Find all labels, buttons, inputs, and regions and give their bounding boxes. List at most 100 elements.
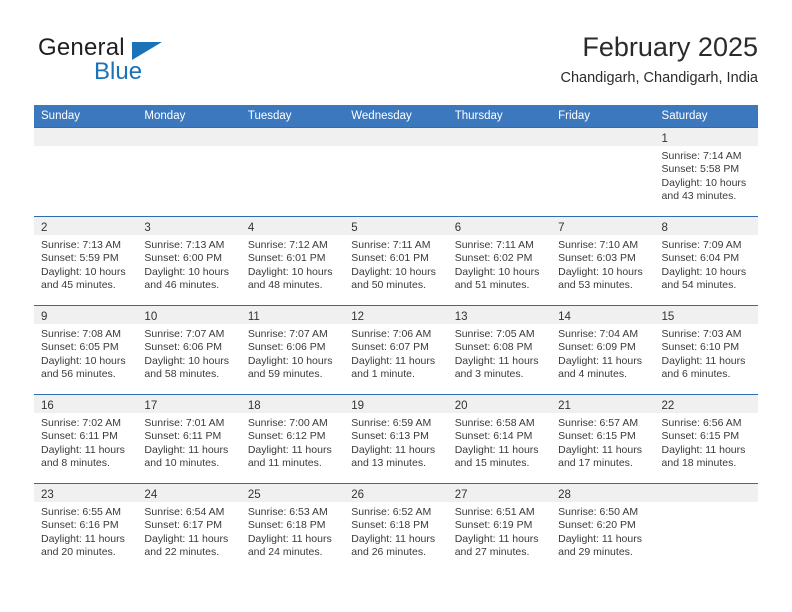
calendar-day-cell[interactable]	[34, 127, 138, 217]
sunrise-text: Sunrise: 7:05 AM	[454, 328, 535, 340]
day-number: 3	[144, 222, 151, 234]
daylight-text-line1: Daylight: 11 hours	[144, 443, 229, 456]
calendar-day-cell[interactable]: 9 Sunrise: 7:08 AM Sunset: 6:05 PM Daylight…	[34, 305, 138, 395]
sunset-text: Sunset: 6:16 PM	[41, 519, 119, 532]
day-number-band	[240, 128, 345, 146]
daylight-text-line1: Daylight: 10 hours	[454, 265, 540, 278]
empty-day-cell	[654, 484, 758, 572]
calendar-day-cell[interactable]: 7 Sunrise: 7:10 AM Sunset: 6:03 PM Daylight…	[551, 216, 655, 306]
calendar-day-cell[interactable]: 24 Sunrise: 6:54 AM Sunset: 6:17 PM Dayligh…	[137, 483, 241, 572]
day-number-band: 18	[240, 395, 345, 413]
calendar-grid: Sunday Monday Tuesday Wednesday Thursday Frid…	[34, 105, 758, 572]
weekday-header-cell: Wednesday	[344, 105, 448, 128]
sunset-text: Sunset: 6:08 PM	[454, 341, 533, 354]
calendar-day-cell[interactable]	[654, 483, 758, 572]
sunrise-text: Sunrise: 7:09 AM	[661, 239, 742, 251]
calendar-day-cell[interactable]: 26 Sunrise: 6:52 AM Sunset: 6:18 PM Dayligh…	[344, 483, 448, 572]
calendar-day-cell[interactable]: 22 Sunrise: 6:56 AM Sunset: 6:15 PM Dayligh…	[654, 394, 758, 484]
daylight-text-line1: Daylight: 11 hours	[558, 443, 642, 456]
daylight-text-line2: and 46 minutes.	[144, 279, 220, 292]
calendar-day-cell[interactable]: 11 Sunrise: 7:07 AM Sunset: 6:06 PM Dayligh…	[240, 305, 345, 395]
day-details: Sunrise: 7:08 AM Sunset: 6:05 PM Daylight:…	[34, 324, 137, 382]
calendar-day-cell[interactable]: 3 Sunrise: 7:13 AM Sunset: 6:00 PM Daylight…	[137, 216, 241, 306]
calendar-day-cell[interactable]: 2 Sunrise: 7:13 AM Sunset: 5:59 PM Daylight…	[34, 216, 138, 306]
day-number-band: 17	[137, 395, 241, 413]
calendar-day-cell[interactable]: 18 Sunrise: 7:00 AM Sunset: 6:12 PM Dayligh…	[240, 394, 345, 484]
calendar-week-row: 16 Sunrise: 7:02 AM Sunset: 6:11 PM Dayligh…	[34, 394, 758, 484]
daylight-text-line2: and 20 minutes.	[41, 546, 116, 559]
day-number: 24	[144, 489, 158, 501]
daylight-text-line2: and 6 minutes.	[661, 368, 731, 381]
calendar-day-cell[interactable]	[551, 127, 655, 217]
daylight-text-line2: and 51 minutes.	[454, 279, 530, 292]
sunset-text: Sunset: 6:20 PM	[558, 519, 636, 532]
daylight-text-line1: Daylight: 11 hours	[454, 354, 539, 367]
day-details: Sunrise: 6:55 AM Sunset: 6:16 PM Daylight:…	[34, 502, 137, 560]
calendar-day-cell[interactable]: 25 Sunrise: 6:53 AM Sunset: 6:18 PM Dayligh…	[240, 483, 345, 572]
day-number-band: 19	[344, 395, 448, 413]
daylight-text-line1: Daylight: 10 hours	[144, 265, 230, 278]
calendar-day-cell[interactable]: 19 Sunrise: 6:59 AM Sunset: 6:13 PM Dayligh…	[344, 394, 448, 484]
calendar-table: Sunday Monday Tuesday Wednesday Thursday Frid…	[34, 105, 758, 572]
sunrise-text: Sunrise: 6:52 AM	[351, 506, 432, 518]
calendar-day-cell[interactable]	[137, 127, 241, 217]
day-cell: 22 Sunrise: 6:56 AM Sunset: 6:15 PM Dayligh…	[654, 395, 758, 483]
calendar-day-cell[interactable]: 28 Sunrise: 6:50 AM Sunset: 6:20 PM Dayligh…	[551, 483, 655, 572]
calendar-day-cell[interactable]: 10 Sunrise: 7:07 AM Sunset: 6:06 PM Dayligh…	[137, 305, 241, 395]
calendar-day-cell[interactable]: 13 Sunrise: 7:05 AM Sunset: 6:08 PM Dayligh…	[447, 305, 552, 395]
day-details: Sunrise: 7:13 AM Sunset: 6:00 PM Daylight:…	[137, 235, 240, 293]
daylight-text-line1: Daylight: 11 hours	[351, 354, 436, 367]
calendar-day-cell[interactable]: 21 Sunrise: 6:57 AM Sunset: 6:15 PM Dayligh…	[551, 394, 655, 484]
day-number-band: 24	[137, 484, 241, 502]
page-header: General Blue February 2025 Chandigarh, C…	[34, 30, 758, 96]
day-cell: 19 Sunrise: 6:59 AM Sunset: 6:13 PM Dayligh…	[344, 395, 448, 483]
calendar-day-cell[interactable]: 23 Sunrise: 6:55 AM Sunset: 6:16 PM Dayligh…	[34, 483, 138, 572]
calendar-day-cell[interactable]: 1 Sunrise: 7:14 AM Sunset: 5:58 PM Daylight…	[654, 127, 758, 217]
calendar-day-cell[interactable]	[344, 127, 448, 217]
day-details: Sunrise: 7:11 AM Sunset: 6:01 PM Daylight:…	[344, 235, 447, 293]
day-number: 17	[144, 400, 158, 412]
day-number: 1	[661, 133, 668, 145]
day-cell: 11 Sunrise: 7:07 AM Sunset: 6:06 PM Dayligh…	[240, 306, 345, 394]
brand-name-blue: Blue	[94, 58, 143, 85]
daylight-text-line1: Daylight: 11 hours	[661, 443, 746, 456]
calendar-day-cell[interactable]: 27 Sunrise: 6:51 AM Sunset: 6:19 PM Dayligh…	[447, 483, 552, 572]
day-number-band: 5	[344, 217, 448, 235]
calendar-day-cell[interactable]	[240, 127, 345, 217]
calendar-day-cell[interactable]: 5 Sunrise: 7:11 AM Sunset: 6:01 PM Daylight…	[344, 216, 448, 306]
sunrise-text: Sunrise: 6:58 AM	[454, 417, 535, 429]
sunrise-text: Sunrise: 7:00 AM	[247, 417, 328, 429]
day-number-band: 14	[551, 306, 655, 324]
sunrise-text: Sunrise: 7:03 AM	[661, 328, 742, 340]
weekday-label: Wednesday	[351, 110, 412, 122]
calendar-day-cell[interactable]	[447, 127, 552, 217]
day-details: Sunrise: 6:59 AM Sunset: 6:13 PM Daylight:…	[344, 413, 447, 471]
daylight-text-line2: and 53 minutes.	[558, 279, 633, 292]
calendar-day-cell[interactable]: 4 Sunrise: 7:12 AM Sunset: 6:01 PM Daylight…	[240, 216, 345, 306]
brand-logo[interactable]: General Blue	[34, 34, 264, 90]
weekday-label: Saturday	[661, 110, 708, 122]
day-number: 19	[351, 400, 365, 412]
day-cell: 6 Sunrise: 7:11 AM Sunset: 6:02 PM Daylight…	[447, 217, 552, 305]
calendar-day-cell[interactable]: 15 Sunrise: 7:03 AM Sunset: 6:10 PM Dayligh…	[654, 305, 758, 395]
day-number-band: 28	[551, 484, 655, 502]
day-number: 28	[558, 489, 571, 501]
day-number: 9	[41, 311, 48, 323]
day-number: 20	[454, 400, 468, 412]
calendar-day-cell[interactable]: 6 Sunrise: 7:11 AM Sunset: 6:02 PM Daylight…	[447, 216, 552, 306]
sunrise-text: Sunrise: 7:07 AM	[247, 328, 328, 340]
calendar-day-cell[interactable]: 16 Sunrise: 7:02 AM Sunset: 6:11 PM Dayligh…	[34, 394, 138, 484]
calendar-day-cell[interactable]: 8 Sunrise: 7:09 AM Sunset: 6:04 PM Daylight…	[654, 216, 758, 306]
daylight-text-line2: and 56 minutes.	[41, 368, 116, 381]
calendar-day-cell[interactable]: 17 Sunrise: 7:01 AM Sunset: 6:11 PM Dayligh…	[137, 394, 241, 484]
sunset-text: Sunset: 6:09 PM	[558, 341, 636, 354]
day-details: Sunrise: 7:09 AM Sunset: 6:04 PM Daylight:…	[655, 235, 758, 293]
calendar-day-cell[interactable]: 20 Sunrise: 6:58 AM Sunset: 6:14 PM Dayligh…	[447, 394, 552, 484]
calendar-day-cell[interactable]: 14 Sunrise: 7:04 AM Sunset: 6:09 PM Dayligh…	[551, 305, 655, 395]
day-details: Sunrise: 7:05 AM Sunset: 6:08 PM Daylight:…	[448, 324, 551, 382]
calendar-day-cell[interactable]: 12 Sunrise: 7:06 AM Sunset: 6:07 PM Dayligh…	[344, 305, 448, 395]
empty-day-cell	[447, 128, 552, 216]
daylight-text-line1: Daylight: 10 hours	[247, 265, 333, 278]
weekday-label: Friday	[558, 110, 591, 122]
day-cell: 23 Sunrise: 6:55 AM Sunset: 6:16 PM Dayligh…	[34, 484, 138, 572]
